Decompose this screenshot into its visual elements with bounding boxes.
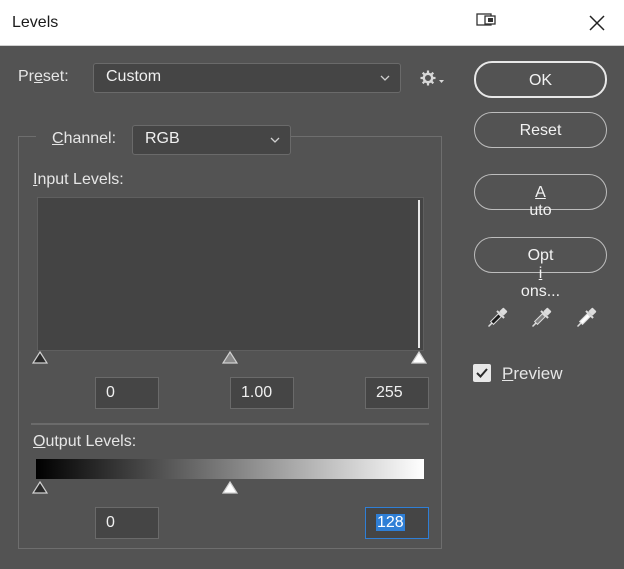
histogram: [37, 197, 424, 351]
preview-checkbox[interactable]: [473, 364, 491, 382]
input-white-value: 255: [376, 384, 403, 401]
channel-value: RGB: [145, 130, 180, 147]
reset-button[interactable]: Reset: [474, 112, 607, 148]
input-black-slider[interactable]: [32, 351, 48, 365]
title-bar: Levels: [0, 0, 624, 46]
output-white-value: 128: [376, 514, 405, 531]
chevron-down-icon: [380, 75, 390, 81]
black-point-eyedropper-icon[interactable]: [484, 305, 510, 331]
gray-point-eyedropper-icon[interactable]: [528, 305, 554, 331]
auto-button[interactable]: Auto: [474, 174, 607, 219]
restore-icon[interactable]: [476, 12, 500, 28]
preset-value: Custom: [106, 68, 162, 85]
output-white-slider[interactable]: [222, 481, 238, 495]
reset-label: Reset: [519, 122, 562, 139]
white-point-eyedropper-icon[interactable]: [573, 305, 599, 331]
preset-label: Preset:: [18, 68, 69, 85]
separator: [31, 423, 429, 425]
input-white-field[interactable]: 255: [365, 377, 429, 409]
gear-icon[interactable]: [420, 70, 446, 86]
histogram-peak: [418, 200, 420, 348]
auto-label: Auto: [529, 184, 552, 219]
ok-label: OK: [528, 72, 553, 89]
ok-button[interactable]: OK: [474, 61, 607, 98]
output-black-slider[interactable]: [32, 481, 48, 495]
options-label: Opt i ons...: [520, 247, 561, 300]
input-black-value: 0: [106, 384, 115, 401]
input-white-slider[interactable]: [411, 351, 427, 365]
window-title: Levels: [12, 14, 59, 31]
input-levels-label: Input Levels:: [33, 171, 124, 188]
output-white-field[interactable]: 128: [365, 507, 429, 539]
input-gamma-value: 1.00: [241, 384, 273, 401]
output-black-value: 0: [106, 514, 115, 531]
output-gradient-bar: [36, 459, 424, 479]
channel-label: Channel:: [52, 130, 117, 147]
input-gamma-field[interactable]: 1.00: [230, 377, 294, 409]
output-black-field[interactable]: 0: [95, 507, 159, 539]
preview-label[interactable]: Preview: [502, 364, 562, 384]
input-gamma-slider[interactable]: [222, 351, 238, 365]
close-icon[interactable]: [586, 12, 608, 34]
output-levels-label: Output Levels:: [33, 433, 137, 450]
levels-dialog: Preset: Custom Channel: RGB Input Levels…: [0, 46, 624, 569]
preset-dropdown[interactable]: Custom: [93, 63, 401, 93]
input-black-field[interactable]: 0: [95, 377, 159, 409]
checkmark-icon: [476, 368, 488, 378]
chevron-down-icon: [270, 137, 280, 143]
channel-dropdown[interactable]: RGB: [132, 125, 291, 155]
options-button[interactable]: Opt i ons...: [474, 237, 607, 300]
